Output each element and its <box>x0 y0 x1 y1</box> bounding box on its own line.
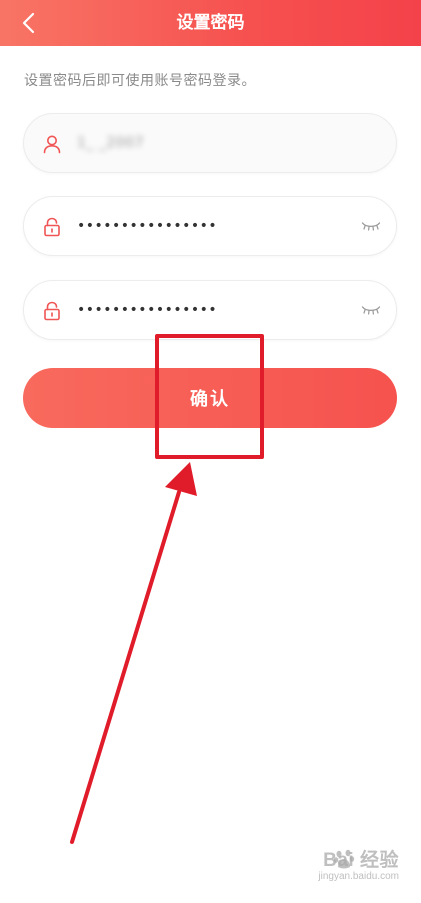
confirm-password-field[interactable]: •••••••••••••••• <box>23 280 397 340</box>
header-bar: 设置密码 <box>0 0 421 46</box>
user-icon <box>41 133 63 155</box>
annotation-highlight-box <box>155 334 264 459</box>
confirm-password-visibility-toggle[interactable] <box>360 301 382 319</box>
watermark-url-text: jingyan.baidu.com <box>318 871 399 882</box>
lock-icon <box>41 216 63 238</box>
lock-icon <box>41 300 63 322</box>
confirm-password-value: •••••••••••••••• <box>77 302 218 318</box>
watermark-main-text: Bai 经验 <box>323 850 399 871</box>
account-value: 1_ _2007 <box>77 135 144 151</box>
password-field[interactable]: •••••••••••••••• <box>23 196 397 256</box>
password-value: •••••••••••••••• <box>77 218 218 234</box>
page-title: 设置密码 <box>176 13 245 33</box>
eye-closed-icon <box>361 222 381 231</box>
baidu-jingyan-watermark: Bai 经验 jingyan.baidu.com <box>269 845 399 889</box>
eye-closed-icon <box>361 306 381 315</box>
password-visibility-toggle[interactable] <box>360 217 382 235</box>
account-field[interactable]: 1_ _2007 <box>23 113 397 173</box>
hint-text: 设置密码后即可使用账号密码登录。 <box>24 73 256 89</box>
